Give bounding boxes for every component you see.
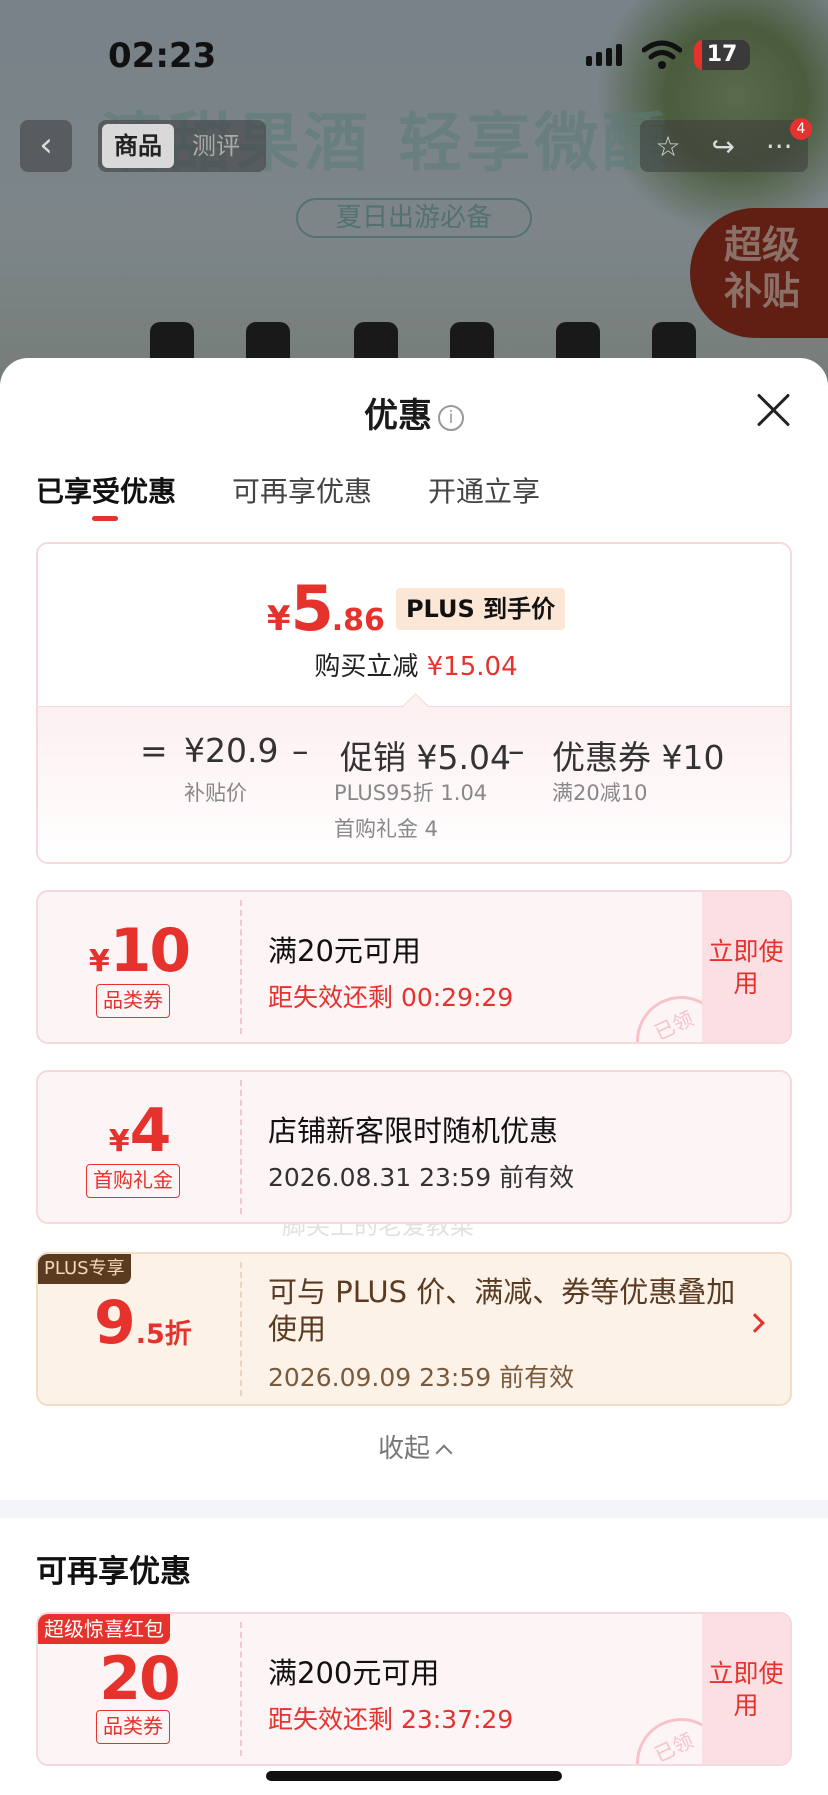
coupon-expiry: 2026.08.31 23:59 前有效: [268, 1163, 575, 1192]
plus-discount-rate: 9.5折: [94, 1288, 192, 1358]
message-badge: 4: [790, 118, 812, 140]
tab-review[interactable]: 测评: [180, 124, 252, 168]
sheet-title: 优惠 i: [0, 388, 828, 437]
coupon-amount: ¥10: [88, 916, 191, 986]
plus-card-title: 可与 PLUS 价、满减、券等优惠叠加使用: [268, 1275, 736, 1346]
plus-price-tag: PLUS 到手价: [395, 587, 566, 630]
plus-exclusive-label: PLUS专享: [38, 1254, 131, 1284]
use-now-button[interactable]: 立即使用: [702, 892, 790, 1042]
battery-level: 17: [706, 42, 738, 67]
promotion-detail-plus: PLUS95折 1.04: [334, 781, 488, 805]
discount-sheet: 优惠 i 已享受优惠 可再享优惠 开通立享 ¥5.86 PLUS 到手价 购买立减…: [0, 358, 828, 1795]
collapse-button[interactable]: 收起: [0, 1428, 828, 1465]
coupon-amount: ¥4: [108, 1096, 172, 1166]
home-indicator: [266, 1771, 562, 1781]
tab-goods[interactable]: 商品: [102, 124, 174, 168]
info-icon[interactable]: i: [438, 405, 464, 431]
close-icon[interactable]: [756, 392, 792, 428]
collapse-label: 收起: [377, 1434, 430, 1464]
sheet-title-text: 优惠: [364, 396, 432, 436]
cellular-signal-icon: [586, 44, 622, 66]
tab-activate-discounts[interactable]: 开通立享: [428, 470, 540, 510]
coupon-kind: 首购礼金: [86, 1164, 180, 1198]
coupon-kind: 品类券: [96, 984, 170, 1018]
coupon-kind: 品类券: [96, 1710, 170, 1744]
chevron-right-icon[interactable]: [745, 1313, 765, 1333]
instant-reduction: 购买立减 ¥15.04: [314, 652, 518, 682]
subsidy-price-value: ¥20.9: [184, 731, 279, 770]
plus-discount-card[interactable]: PLUS专享 9.5折 可与 PLUS 价、满减、券等优惠叠加使用 2026.0…: [36, 1252, 792, 1406]
nav-actions: ☆ ↪ ···: [640, 120, 808, 172]
final-price: ¥5.86: [266, 572, 385, 645]
plus-card-expiry: 2026.09.09 23:59 前有效: [268, 1363, 575, 1392]
product-nav-tabs: 商品 测评: [98, 120, 266, 172]
status-time: 02:23: [108, 36, 217, 76]
price-breakdown: = ¥20.9 补贴价 – 促销 ¥5.04 PLUS95折 1.04 首购礼金…: [38, 706, 790, 862]
use-now-button[interactable]: 立即使用: [702, 1614, 790, 1764]
coupon-title: 满20元可用: [268, 934, 421, 968]
coupon-value: 优惠券 ¥10: [552, 738, 725, 777]
minus-sign: –: [508, 731, 525, 770]
promotion-value: 促销 ¥5.04: [340, 738, 511, 777]
back-button[interactable]: ‹: [20, 120, 72, 172]
promotion-detail-gift: 首购礼金 4: [334, 817, 439, 841]
favorite-star-icon[interactable]: ☆: [655, 130, 680, 163]
coupon-countdown: 距失效还剩 23:37:29: [268, 1705, 514, 1734]
status-bar: 02:23 17: [0, 0, 828, 110]
minus-sign: –: [292, 731, 309, 770]
equals-sign: =: [140, 731, 168, 770]
section-title-more-discounts: 可再享优惠: [36, 1554, 191, 1590]
coupon-amount: 20: [99, 1644, 180, 1714]
coupon-card: ¥4 首购礼金 店铺新客限时随机优惠 2026.08.31 23:59 前有效: [36, 1070, 792, 1224]
chevron-up-icon: [435, 1444, 453, 1462]
tab-enjoyed-discounts[interactable]: 已享受优惠: [36, 470, 176, 521]
section-divider: [0, 1500, 828, 1518]
discount-tabs: 已享受优惠 可再享优惠 开通立享: [36, 470, 540, 521]
coupon-card: 超级惊喜红包 20 品类券 满200元可用 距失效还剩 23:37:29 已领 …: [36, 1612, 792, 1766]
coupon-card: ¥10 品类券 满20元可用 距失效还剩 00:29:29 已领 立即使用: [36, 890, 792, 1044]
subsidy-price-label: 补贴价: [184, 781, 247, 805]
coupon-title: 满200元可用: [268, 1656, 440, 1690]
coupon-condition: 满20减10: [552, 781, 648, 805]
price-summary-card: ¥5.86 PLUS 到手价 购买立减 ¥15.04 = ¥20.9 补贴价 –…: [36, 542, 792, 864]
wifi-icon: [642, 40, 682, 69]
coupon-title: 店铺新客限时随机优惠: [268, 1114, 559, 1148]
share-icon[interactable]: ↪: [711, 130, 734, 163]
coupon-countdown: 距失效还剩 00:29:29: [268, 983, 514, 1012]
tab-more-discounts[interactable]: 可再享优惠: [232, 470, 372, 510]
more-icon[interactable]: ···: [766, 130, 793, 163]
battery-icon: 17: [694, 40, 750, 70]
